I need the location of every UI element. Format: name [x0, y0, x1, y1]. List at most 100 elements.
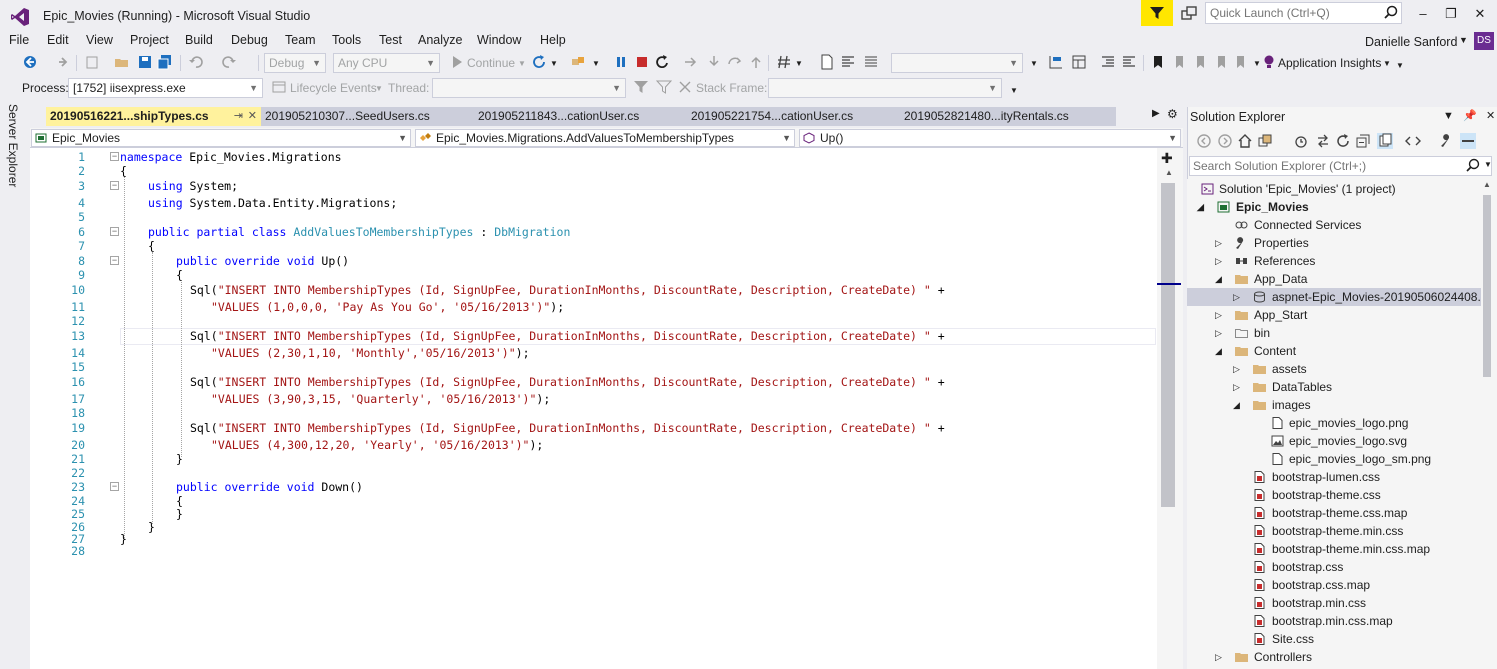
tree-item-app-start[interactable]: ▷ App_Start — [1187, 306, 1481, 324]
pause-icon[interactable] — [613, 54, 629, 70]
tree-item-database-file[interactable]: ▷ aspnet-Epic_Movies-20190506024408.m — [1187, 288, 1481, 306]
back-icon[interactable] — [22, 54, 38, 70]
menu-debug[interactable]: Debug — [231, 33, 268, 47]
scroll-up-icon[interactable]: ▲ — [1165, 168, 1173, 177]
application-insights-icon[interactable] — [1261, 54, 1277, 70]
menu-file[interactable]: File — [9, 33, 29, 47]
chevron-down-icon[interactable]: ▼ — [1484, 160, 1492, 169]
lifecycle-events-icon[interactable] — [271, 79, 287, 95]
refresh-icon[interactable] — [1335, 133, 1351, 149]
collapsed-arrow-icon[interactable]: ▷ — [1233, 288, 1240, 306]
doc-tab[interactable]: 201905211843...cationUser.cs — [474, 107, 687, 126]
solution-explorer-toggle-icon[interactable] — [1048, 54, 1064, 70]
solution-explorer-search-input[interactable] — [1190, 157, 1460, 175]
outdent-icon[interactable] — [1121, 54, 1137, 70]
menu-test[interactable]: Test — [379, 33, 402, 47]
preview-selected-items-icon[interactable] — [1460, 133, 1476, 149]
expanded-arrow-icon[interactable]: ◢ — [1215, 342, 1222, 360]
type-dropdown[interactable]: Epic_Movies.Migrations.AddValuesToMember… — [415, 129, 795, 147]
menu-help[interactable]: Help — [540, 33, 566, 47]
doc-tab[interactable]: 20190528214​80...ityRentals.cs — [900, 107, 1116, 126]
step-over-icon[interactable] — [727, 54, 743, 70]
switch-views-icon[interactable] — [1257, 133, 1273, 149]
code-line[interactable]: } — [176, 452, 183, 466]
toolbar-options-icon[interactable]: ▼ — [1010, 86, 1018, 95]
collapsed-arrow-icon[interactable]: ▷ — [1233, 378, 1240, 396]
window-layout-icon[interactable] — [1071, 54, 1087, 70]
menu-team[interactable]: Team — [285, 33, 316, 47]
search-icon[interactable] — [1466, 158, 1480, 172]
quick-launch-input[interactable] — [1206, 3, 1376, 23]
code-line[interactable]: Sql("INSERT INTO MembershipTypes (Id, Si… — [190, 283, 945, 297]
save-all-icon[interactable] — [157, 54, 173, 70]
code-line[interactable]: "VALUES (4,300,12,20, 'Yearly', '05/16/2… — [211, 438, 543, 452]
expanded-arrow-icon[interactable]: ◢ — [1233, 396, 1240, 414]
code-line[interactable]: { — [148, 239, 155, 253]
chevron-down-icon[interactable]: ▼ — [550, 59, 558, 68]
tree-item-css-file[interactable]: Site.css — [1187, 630, 1481, 648]
tab-options-icon[interactable]: ⚙ — [1167, 107, 1178, 121]
close-icon[interactable]: ✕ — [248, 107, 257, 126]
chevron-down-icon[interactable]: ▼ — [1030, 59, 1038, 68]
hex-display-icon[interactable] — [776, 54, 792, 70]
code-line[interactable]: using System.Data.Entity.Migrations; — [148, 196, 397, 210]
continue-play-icon[interactable] — [449, 54, 465, 70]
member-dropdown[interactable]: Up() ▼ — [799, 129, 1181, 147]
code-line[interactable]: public override void Down() — [176, 480, 363, 494]
step-out-icon[interactable] — [748, 54, 764, 70]
tree-item-css-file[interactable]: bootstrap.css.map — [1187, 576, 1481, 594]
chevron-down-icon[interactable]: ▼ — [375, 84, 383, 93]
prev-bookmark-icon[interactable] — [1171, 54, 1187, 70]
continue-button[interactable]: Continue — [467, 56, 515, 70]
align-icon[interactable] — [840, 54, 856, 70]
notifications-filter-button[interactable] — [1141, 0, 1173, 26]
comment-icon[interactable] — [863, 54, 879, 70]
clear-bookmarks-icon[interactable] — [1232, 54, 1248, 70]
chevron-down-icon[interactable]: ▼ — [795, 59, 803, 68]
tree-item-images[interactable]: ◢ images — [1187, 396, 1481, 414]
collapsed-arrow-icon[interactable]: ▷ — [1215, 234, 1222, 252]
lifecycle-events-button[interactable]: Lifecycle Events — [290, 81, 377, 95]
close-button[interactable]: ✕ — [1466, 4, 1494, 24]
code-line[interactable]: Sql("INSERT INTO MembershipTypes (Id, Si… — [190, 329, 945, 343]
code-line[interactable]: public override void Up() — [176, 254, 349, 268]
tree-item-css-file[interactable]: bootstrap-lumen.css — [1187, 468, 1481, 486]
code-line[interactable]: using System; — [148, 179, 238, 193]
process-dropdown[interactable]: [1752] iisexpress.exe ▼ — [68, 78, 263, 98]
code-line[interactable]: } — [120, 532, 127, 546]
collapse-all-icon[interactable] — [1355, 133, 1371, 149]
restart-icon[interactable] — [655, 54, 671, 70]
forward-icon[interactable] — [1217, 133, 1233, 149]
doc-tab-active[interactable]: 20190516221...shipTypes.cs ⇥ ✕ — [46, 107, 261, 126]
chevron-down-icon[interactable]: ▼ — [1383, 59, 1391, 68]
tree-item-css-file[interactable]: bootstrap-theme.min.css.map — [1187, 540, 1481, 558]
menu-edit[interactable]: Edit — [47, 33, 69, 47]
code-line[interactable]: "VALUES (3,90,3,15, 'Quarterly', '05/16/… — [211, 392, 550, 406]
collapse-icon[interactable]: − — [110, 482, 119, 491]
next-bookmark-icon[interactable] — [1192, 54, 1208, 70]
project-dropdown[interactable]: Epic_Movies ▼ — [31, 129, 411, 147]
collapse-icon[interactable]: − — [110, 181, 119, 190]
find-combo[interactable]: ▼ — [891, 53, 1023, 73]
configuration-dropdown[interactable]: Debug ▼ — [264, 53, 326, 73]
filter-threads-icon[interactable] — [633, 79, 649, 95]
view-code-icon[interactable] — [1405, 133, 1421, 149]
tree-item-solution[interactable]: Solution 'Epic_Movies' (1 project) — [1187, 180, 1481, 198]
code-line[interactable]: "VALUES (2,30,1,10, 'Monthly','05/16/201… — [211, 346, 530, 360]
new-file-icon[interactable] — [819, 54, 835, 70]
tree-item-assets[interactable]: ▷ assets — [1187, 360, 1481, 378]
code-line[interactable]: { — [176, 268, 183, 282]
redo-icon[interactable] — [221, 54, 237, 70]
restore-button[interactable]: ❐ — [1437, 4, 1465, 24]
toolbar-options-icon[interactable]: ▼ — [1396, 61, 1404, 70]
split-window-icon[interactable]: ✚ — [1161, 150, 1173, 167]
chevron-down-icon[interactable]: ▼ — [592, 59, 600, 68]
platform-dropdown[interactable]: Any CPU ▼ — [333, 53, 440, 73]
stack-frame-icon[interactable] — [677, 79, 693, 95]
chevron-down-icon[interactable]: ▼ — [1459, 35, 1468, 45]
open-folder-icon[interactable] — [114, 54, 130, 70]
back-icon[interactable] — [1196, 133, 1212, 149]
undo-icon[interactable] — [188, 54, 204, 70]
thread-dropdown[interactable]: ▼ — [432, 78, 626, 98]
solution-explorer-scroll-thumb[interactable] — [1483, 195, 1491, 377]
